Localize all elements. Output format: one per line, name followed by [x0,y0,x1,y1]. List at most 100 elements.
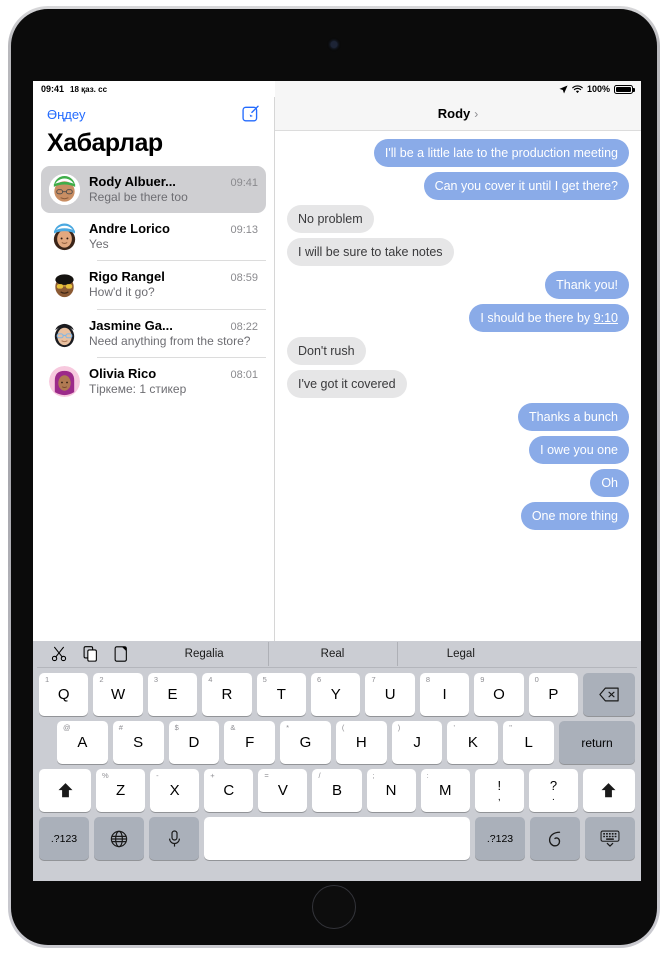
key-e[interactable]: 3E [147,673,198,716]
thread-header[interactable]: Rody › [275,97,641,131]
key-label: H [355,734,367,751]
key-z[interactable]: % Z [96,769,146,812]
key-v[interactable]: = V [258,769,308,812]
key-label: J [413,734,421,751]
prediction-item[interactable]: Regalia [140,648,268,660]
key-q[interactable]: 1Q [39,673,89,716]
message-preview: Regal be there too [89,190,188,204]
key-f[interactable]: & F [224,721,276,764]
time-link[interactable]: 9:10 [594,311,618,325]
scribble-icon[interactable] [530,817,580,860]
key-hint: ' [453,723,455,732]
key-m[interactable]: :M [420,769,470,812]
key-x[interactable]: -X [150,769,200,812]
key-b[interactable]: / B [312,769,362,812]
message-bubble[interactable]: Don't rush [287,337,366,365]
thread-title: Rody [437,106,471,121]
list-item[interactable]: Andre Lorico 09:13 Yes [41,213,266,260]
message-bubble[interactable]: Thank you! [545,271,629,299]
message-bubble[interactable]: I owe you one [529,436,629,464]
message-row: Oh [287,469,629,497]
key-s[interactable]: # S [112,721,164,764]
key-p[interactable]: 0P [528,673,579,716]
key-w[interactable]: 2W [93,673,143,716]
home-button[interactable] [312,885,356,929]
list-item[interactable]: Rigo Rangel 08:59 How'd it go? [41,261,266,308]
timestamp: 09:13 [230,224,258,237]
return-key[interactable]: return [559,721,636,764]
message-bubble[interactable]: No problem [287,205,374,233]
key-l[interactable]: " L [503,721,555,764]
key-a[interactable]: @ A [57,721,108,764]
key-label: B [331,782,342,799]
message-bubble[interactable]: I will be sure to take notes [282,238,454,266]
key-label-bottom: , [497,791,501,803]
copy-icon[interactable] [83,646,98,662]
message-bubble[interactable]: One more thing [520,502,635,530]
message-row: Can you cover it until I get there? [287,172,635,200]
timestamp: 08:59 [230,272,258,285]
key-label-top: ! [497,777,502,793]
prediction-item[interactable]: Legal [396,642,525,666]
key-y[interactable]: 6Y [311,673,361,716]
avatar [49,318,80,349]
key-label: G [299,734,312,751]
status-bar-left: 09:41 18 қаз. сс [33,81,275,97]
key-j[interactable]: ) J [391,721,443,764]
contact-name: Jasmine Ga... [89,317,173,333]
key-r[interactable]: 4R [202,673,252,716]
key-h[interactable]: (H [335,721,387,764]
space-key[interactable] [204,817,470,860]
key-exclamation-comma[interactable]: ! , [474,769,524,812]
message-row: I owe you one [287,436,629,464]
numeric-key-right[interactable]: .?123 [475,817,525,860]
key-u[interactable]: 7U [365,673,415,716]
message-row: I'll be a little late to the production … [287,139,635,167]
keyboard-row-2: @ A # S $ D & F * G (H ) J ' K " L return [37,721,637,764]
message-preview: Тіркеме: 1 стикер [89,381,187,396]
key-i[interactable]: 8I [419,673,470,716]
list-item[interactable]: Olivia Rico 08:01 Тіркеме: 1 стикер [41,358,266,405]
predictive-bar: Regalia Real Legal [37,641,637,668]
screen: 09:41 18 қаз. сс 100% Өңдеу Хабарлар Rod… [33,81,641,881]
timestamp: 09:41 [230,177,258,189]
list-item[interactable]: Rody Albuer... 09:41 Regal be there too [41,166,266,214]
message-bubble[interactable]: Oh [590,469,629,497]
paste-icon[interactable] [114,646,128,662]
key-hint: + [210,771,215,780]
key-label: E [167,686,178,703]
message-bubble[interactable]: I'll be a little late to the production … [373,139,635,167]
key-c[interactable]: + C [204,769,254,812]
key-question-period[interactable]: ? . [528,769,578,812]
key-k[interactable]: ' K [447,721,499,764]
avatar [49,269,80,300]
key-o[interactable]: 9O [474,673,524,716]
compose-icon[interactable] [242,105,260,123]
key-label: T [276,686,286,703]
edit-button[interactable]: Өңдеу [47,107,85,122]
message-bubble[interactable]: I've got it covered [282,370,407,398]
message-bubble[interactable]: Thanks a bunch [518,403,629,431]
key-n[interactable]: ; N [366,769,416,812]
message-preview: How'd it go? [89,285,155,300]
cut-icon[interactable] [51,646,67,662]
prediction-item[interactable]: Real [268,642,396,666]
numeric-key-left[interactable]: .?123 [39,817,89,860]
microphone-key-icon[interactable] [149,817,199,860]
key-t[interactable]: 5T [256,673,307,716]
shift-icon-right[interactable] [582,769,635,812]
hide-keyboard-icon[interactable] [585,817,635,860]
shift-icon[interactable] [39,769,91,812]
key-d[interactable]: $ D [168,721,220,764]
globe-icon[interactable] [94,817,144,860]
backspace-icon[interactable] [583,673,636,716]
list-item[interactable]: Jasmine Ga... 08:22 Need anything from t… [41,310,266,357]
key-g[interactable]: * G [280,721,331,764]
key-label: S [133,734,144,751]
key-label: X [169,782,180,799]
message-bubble[interactable]: I should be there by 9:10 [469,304,634,332]
key-hint: 4 [208,675,213,684]
message-bubble[interactable]: Can you cover it until I get there? [423,172,635,200]
message-row: Don't rush [287,337,629,365]
list-item-body: Olivia Rico 08:01 Тіркеме: 1 стикер [89,366,258,397]
